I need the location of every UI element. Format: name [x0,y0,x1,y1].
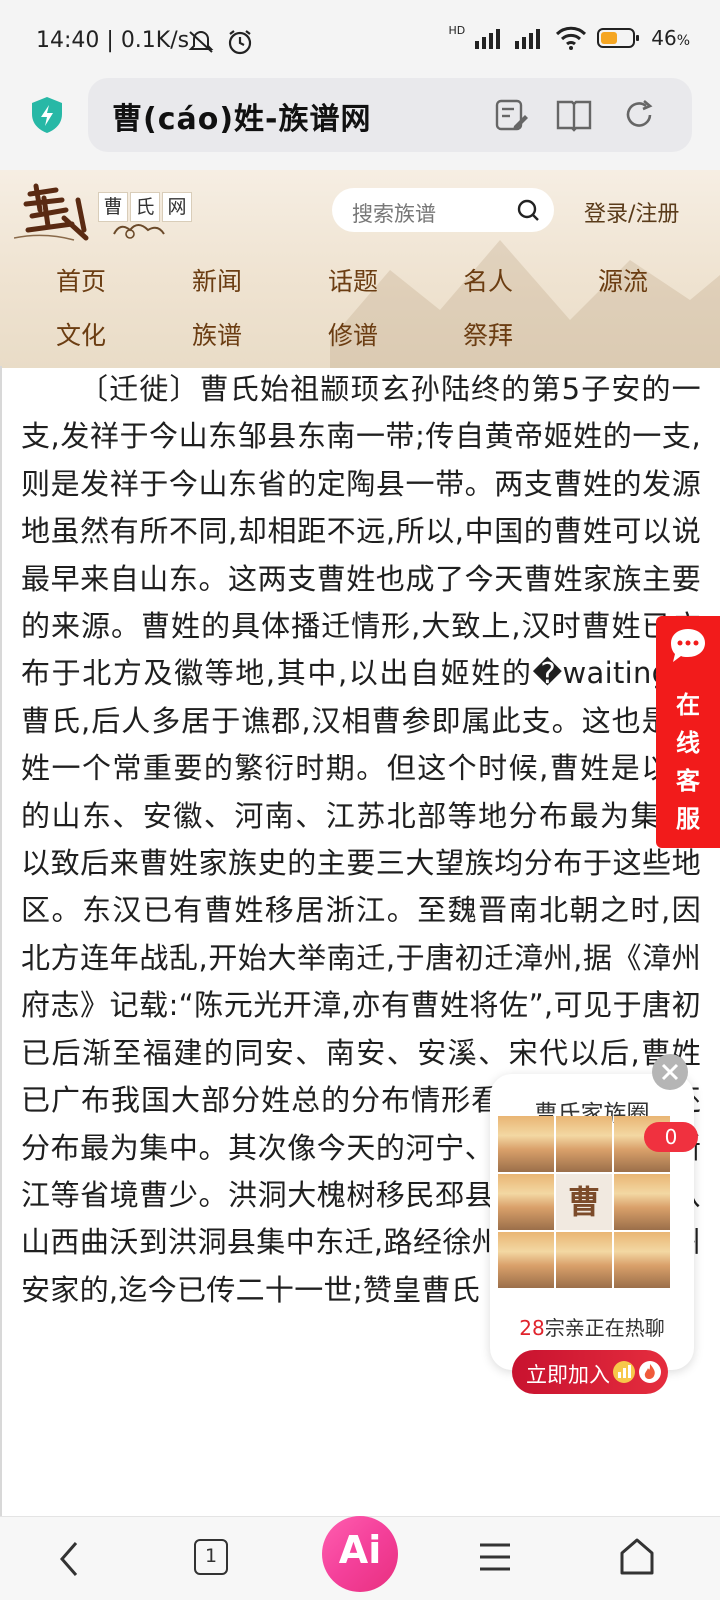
nav-culture[interactable]: 文化 [56,316,106,352]
battery-percent: 46 [651,26,677,50]
status-right: HD 46% [448,23,690,50]
logo-char-1: 曹 [98,192,128,222]
cs-char-0: 在 [676,691,700,719]
menu-icon[interactable] [478,1541,512,1577]
battery-unit: % [676,33,690,49]
search-icon[interactable] [516,198,540,226]
logo-char-2: 氏 [130,192,160,222]
signal-icon [475,29,501,49]
member-avatar [498,1232,554,1288]
nav-compile-genealogy[interactable]: 修谱 [328,316,378,352]
clan-emblem: 曹 [556,1174,612,1230]
ai-assistant-button[interactable]: Ai [322,1516,398,1592]
nav-worship[interactable]: 祭拜 [463,316,513,352]
nav-home[interactable]: 首页 [56,262,106,298]
back-icon[interactable] [54,1539,84,1583]
join-label: 立即加入 [526,1363,610,1387]
cs-char-1: 线 [676,729,700,757]
shield-check-icon[interactable] [30,96,64,138]
family-circle-popup[interactable]: 曹氏家族圈 曹 28宗亲正在热聊 [490,1074,694,1370]
network-speed: 0.1K/s [120,28,190,53]
nav-genealogy[interactable]: 族谱 [192,316,242,352]
left-border [0,366,2,1516]
nav-origins[interactable]: 源流 [598,262,648,298]
status-time: 14:40 | 0.1K/s [36,28,190,53]
site-header: 曹 氏 网 搜索族谱 登录/注册 首页 新闻 话题 名人 源流 文化 族谱 修谱… [0,170,720,368]
close-icon[interactable] [652,1054,688,1090]
clock-time: 14:40 [36,28,100,53]
site-logo[interactable]: 曹 氏 网 [13,180,192,250]
status-bar: 14:40 | 0.1K/s HD 46% [0,0,720,78]
home-icon[interactable] [618,1537,656,1581]
hot-count: 28 [519,1316,545,1340]
reader-book-icon[interactable] [556,98,592,136]
member-avatar [614,1174,670,1230]
cs-char-2: 客 [676,767,700,795]
hot-text: 宗亲正在热聊 [544,1316,665,1340]
member-avatar [498,1174,554,1230]
edit-note-icon[interactable] [494,98,528,136]
hot-chat-status: 28宗亲正在热聊 [490,1312,694,1341]
cs-char-3: 服 [676,805,700,833]
refresh-icon[interactable] [622,98,656,136]
site-search[interactable]: 搜索族谱 [332,188,554,232]
browser-toolbar: 曹(cáo)姓-族谱网 [0,78,720,170]
search-placeholder: 搜索族谱 [352,202,436,226]
member-avatar [498,1116,554,1172]
page-title: 曹(cáo)姓-族谱网 [112,102,372,137]
battery-level: 46% [651,26,690,50]
nav-news[interactable]: 新闻 [192,262,242,298]
logo-char-3: 网 [162,192,192,222]
login-register-link[interactable]: 登录/注册 [584,196,679,228]
nav-topics[interactable]: 话题 [328,262,378,298]
member-avatar [556,1232,612,1288]
online-customer-service-button[interactable]: 在线客服 [656,616,720,848]
bar-chart-icon [612,1360,636,1388]
unread-badge: 0 [644,1122,698,1152]
mute-icon [186,28,216,58]
customer-service-label: 在线客服 [656,686,720,838]
battery-icon [597,28,640,48]
member-avatar [556,1116,612,1172]
flame-icon [638,1360,662,1388]
alarm-icon [226,28,254,60]
join-now-button[interactable]: 立即加入 [512,1350,668,1394]
tabs-button[interactable]: 1 [194,1539,228,1575]
address-bar[interactable]: 曹(cáo)姓-族谱网 [88,78,692,152]
nav-celebrities[interactable]: 名人 [463,262,513,298]
hd-label: HD [448,23,466,37]
wifi-icon [556,26,587,50]
ai-label: Ai [338,1528,382,1572]
signal-icon-2 [515,29,541,49]
member-avatar [614,1232,670,1288]
chat-bubble-icon [668,626,708,670]
